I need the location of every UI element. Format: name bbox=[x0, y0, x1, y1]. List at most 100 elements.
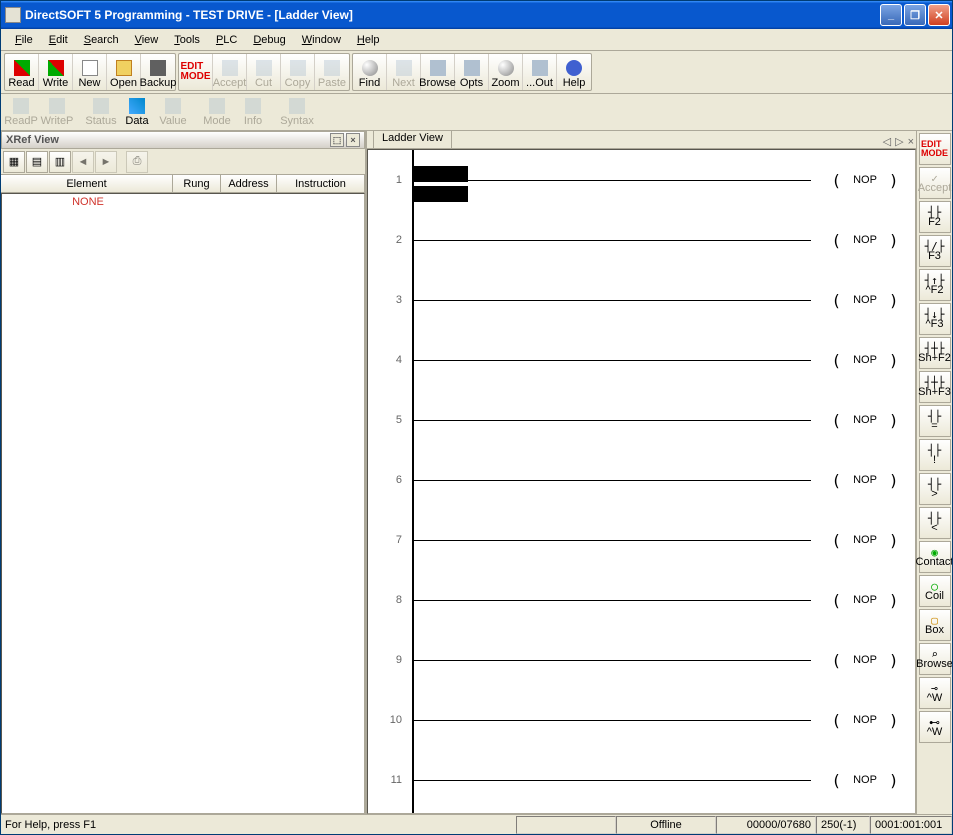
palette-box[interactable]: ▢Box bbox=[919, 609, 951, 641]
xref-pin-button[interactable]: ⬚ bbox=[330, 133, 344, 147]
palette-shf3[interactable]: ┤┼├Sh+F3 bbox=[919, 371, 951, 403]
output-coil[interactable]: (NOP) bbox=[815, 291, 915, 310]
browse-button[interactable]: Browse bbox=[421, 54, 455, 90]
rung-11[interactable]: 11(NOP) bbox=[368, 750, 915, 810]
zoom-button[interactable]: Zoom bbox=[489, 54, 523, 90]
menu-plc[interactable]: PLC bbox=[208, 32, 245, 48]
paste-button[interactable]: Paste bbox=[315, 54, 349, 90]
rung-5[interactable]: 5(NOP) bbox=[368, 390, 915, 450]
rung-10[interactable]: 10(NOP) bbox=[368, 690, 915, 750]
menu-window[interactable]: Window bbox=[294, 32, 349, 48]
rung-8[interactable]: 8(NOP) bbox=[368, 570, 915, 630]
zoomout-button[interactable]: ...Out bbox=[523, 54, 557, 90]
open-button[interactable]: Open bbox=[107, 54, 141, 90]
palette-contact[interactable]: ◉Contact bbox=[919, 541, 951, 573]
menu-search[interactable]: Search bbox=[76, 32, 127, 48]
palette-accept[interactable]: ✓Accept bbox=[919, 167, 951, 199]
menu-view[interactable]: View bbox=[127, 32, 167, 48]
xref-prev-button[interactable]: ◄ bbox=[72, 151, 94, 173]
mode-button[interactable]: Mode bbox=[200, 95, 234, 129]
output-coil[interactable]: (NOP) bbox=[815, 711, 915, 730]
palette-wire-up[interactable]: ⊸^W bbox=[919, 677, 951, 709]
xref-col-address[interactable]: Address bbox=[221, 175, 277, 192]
output-coil[interactable]: (NOP) bbox=[815, 531, 915, 550]
palette-lt[interactable]: ┤├< bbox=[919, 507, 951, 539]
writep-button[interactable]: WriteP bbox=[40, 95, 74, 129]
copy-button[interactable]: Copy bbox=[281, 54, 315, 90]
palette-no-contact[interactable]: ┤├F2 bbox=[919, 201, 951, 233]
palette-coil[interactable]: ◯Coil bbox=[919, 575, 951, 607]
minimize-button[interactable]: _ bbox=[880, 4, 902, 26]
help-button[interactable]: Help bbox=[557, 54, 591, 90]
menu-edit[interactable]: Edit bbox=[41, 32, 76, 48]
accept-button[interactable]: Accept bbox=[213, 54, 247, 90]
xref-title: XRef View bbox=[6, 134, 59, 146]
title-bar: DirectSOFT 5 Programming - TEST DRIVE - … bbox=[1, 1, 952, 29]
output-coil[interactable]: (NOP) bbox=[815, 771, 915, 790]
rung-9[interactable]: 9(NOP) bbox=[368, 630, 915, 690]
maximize-button[interactable]: ❐ bbox=[904, 4, 926, 26]
menu-file[interactable]: File bbox=[7, 32, 41, 48]
read-button[interactable]: Read bbox=[5, 54, 39, 90]
palette-wire-dn[interactable]: ⊷^W bbox=[919, 711, 951, 743]
palette-shf2[interactable]: ┤┼├Sh+F2 bbox=[919, 337, 951, 369]
write-button[interactable]: Write bbox=[39, 54, 73, 90]
tab-prev-icon[interactable]: ◁ bbox=[881, 135, 893, 148]
xref-col-instruction[interactable]: Instruction bbox=[277, 175, 365, 192]
data-button[interactable]: Data bbox=[120, 95, 154, 129]
output-coil[interactable]: (NOP) bbox=[815, 231, 915, 250]
next-button[interactable]: Next bbox=[387, 54, 421, 90]
palette-neq[interactable]: ┤├! bbox=[919, 439, 951, 471]
palette-eq[interactable]: ┤├= bbox=[919, 405, 951, 437]
tab-close-icon[interactable]: × bbox=[906, 136, 916, 148]
backup-button[interactable]: Backup bbox=[141, 54, 175, 90]
menu-tools[interactable]: Tools bbox=[166, 32, 208, 48]
palette-gt[interactable]: ┤├> bbox=[919, 473, 951, 505]
status-button[interactable]: Status bbox=[84, 95, 118, 129]
xref-close-button[interactable]: × bbox=[346, 133, 360, 147]
rung-3[interactable]: 3(NOP) bbox=[368, 270, 915, 330]
rung-6[interactable]: 6(NOP) bbox=[368, 450, 915, 510]
readp-button[interactable]: ReadP bbox=[4, 95, 38, 129]
palette-falling[interactable]: ┤↓├^F3 bbox=[919, 303, 951, 335]
xref-col-element[interactable]: Element bbox=[1, 175, 173, 192]
ladder-editor[interactable]: 1(NOP)2(NOP)3(NOP)4(NOP)5(NOP)6(NOP)7(NO… bbox=[367, 149, 916, 814]
info-button[interactable]: Info bbox=[236, 95, 270, 129]
rung-wire bbox=[412, 660, 811, 661]
opts-button[interactable]: Opts bbox=[455, 54, 489, 90]
xref-view3-button[interactable]: ▥ bbox=[49, 151, 71, 173]
output-coil[interactable]: (NOP) bbox=[815, 411, 915, 430]
output-coil[interactable]: (NOP) bbox=[815, 591, 915, 610]
find-button[interactable]: Find bbox=[353, 54, 387, 90]
output-coil[interactable]: (NOP) bbox=[815, 171, 915, 190]
xref-table-body[interactable]: NONE bbox=[1, 193, 365, 814]
output-coil[interactable]: (NOP) bbox=[815, 651, 915, 670]
xref-view1-button[interactable]: ▦ bbox=[3, 151, 25, 173]
rung-1[interactable]: 1(NOP) bbox=[368, 150, 915, 210]
palette-nc-contact[interactable]: ┤/├F3 bbox=[919, 235, 951, 267]
rung-4[interactable]: 4(NOP) bbox=[368, 330, 915, 390]
menu-help[interactable]: Help bbox=[349, 32, 388, 48]
palette-edit-mode[interactable]: EDITMODE bbox=[919, 133, 951, 165]
ladder-tab[interactable]: Ladder View bbox=[373, 131, 452, 148]
main-toolbar: Read Write New Open Backup EDITMODE Acce… bbox=[1, 51, 952, 94]
syntax-button[interactable]: Syntax bbox=[280, 95, 314, 129]
cut-button[interactable]: Cut bbox=[247, 54, 281, 90]
rung-7[interactable]: 7(NOP) bbox=[368, 510, 915, 570]
xref-view2-button[interactable]: ▤ bbox=[26, 151, 48, 173]
palette-browse[interactable]: ⌕Browse bbox=[919, 643, 951, 675]
output-coil[interactable]: (NOP) bbox=[815, 351, 915, 370]
tab-next-icon[interactable]: ▷ bbox=[893, 135, 905, 148]
output-coil[interactable]: (NOP) bbox=[815, 471, 915, 490]
palette-rising[interactable]: ┤↑├^F2 bbox=[919, 269, 951, 301]
edit-mode-button[interactable]: EDITMODE bbox=[179, 54, 213, 90]
xref-next-button[interactable]: ► bbox=[95, 151, 117, 173]
instruction-palette: EDITMODE ✓Accept ┤├F2 ┤/├F3 ┤↑├^F2 ┤↓├^F… bbox=[916, 131, 952, 814]
rung-2[interactable]: 2(NOP) bbox=[368, 210, 915, 270]
menu-debug[interactable]: Debug bbox=[245, 32, 293, 48]
close-button[interactable]: ✕ bbox=[928, 4, 950, 26]
new-button[interactable]: New bbox=[73, 54, 107, 90]
value-button[interactable]: Value bbox=[156, 95, 190, 129]
xref-col-rung[interactable]: Rung bbox=[173, 175, 221, 192]
xref-print-button[interactable]: ⎙ bbox=[126, 151, 148, 173]
